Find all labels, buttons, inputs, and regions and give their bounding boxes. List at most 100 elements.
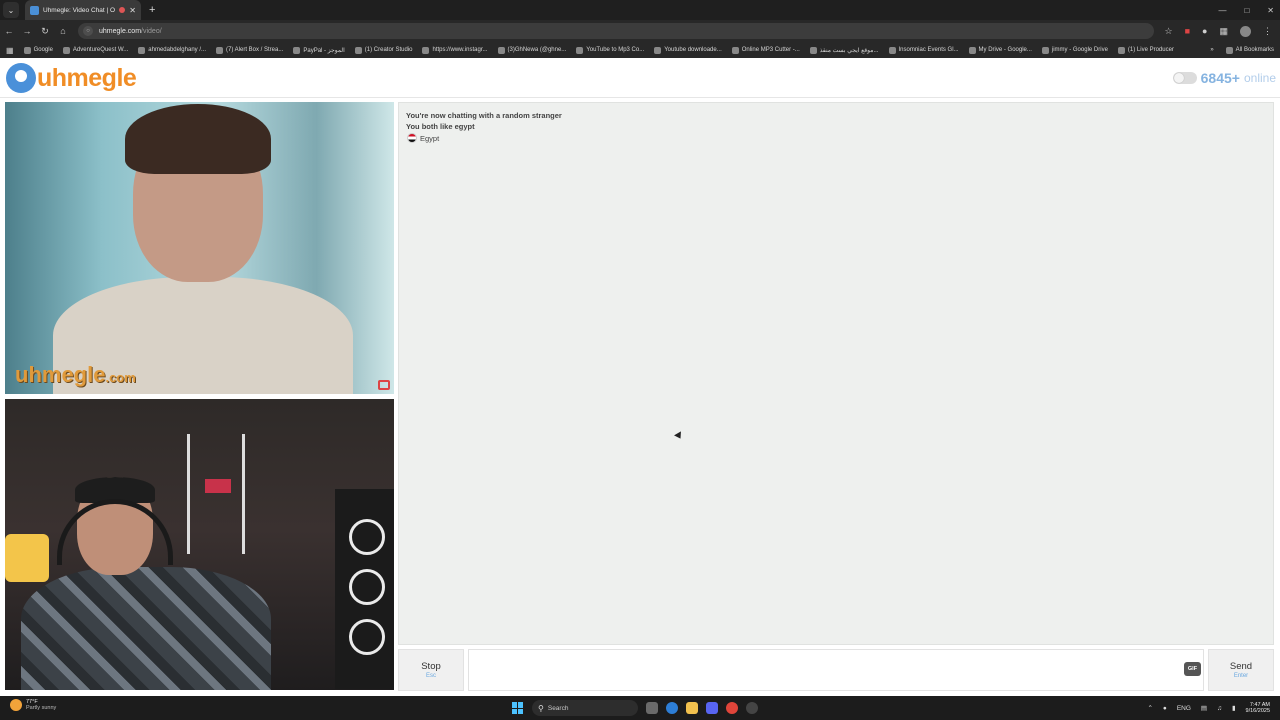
stranger-hair-shape (125, 104, 271, 174)
bookmark-item[interactable]: (1) Creator Studio (354, 46, 412, 54)
taskbar-search[interactable]: ⚲ Search (532, 700, 638, 716)
pc-fan-ring-shape (349, 519, 385, 555)
close-tab-icon[interactable]: ✕ (129, 6, 136, 15)
weather-description: Partly sunny (26, 705, 57, 712)
taskbar-search-label: Search (547, 704, 569, 712)
bookmark-item[interactable]: YouTube to Mp3 Co... (576, 46, 644, 54)
back-icon[interactable]: ← (0, 26, 18, 36)
clock-date: 9/16/2025 (1245, 708, 1270, 714)
page-content: uhmegle 6845+ online uhmegle.com You're … (0, 58, 1280, 696)
windows-start-icon[interactable] (512, 702, 524, 714)
maximize-icon[interactable]: □ (1244, 6, 1249, 15)
extension-icon[interactable]: ● (1202, 26, 1207, 36)
bookmark-favicon-icon (62, 46, 70, 54)
video-watermark: uhmegle.com (15, 362, 136, 387)
self-video (5, 399, 394, 690)
bookmark-favicon-icon (731, 46, 739, 54)
bookmark-item[interactable]: (7) Alert Box / Strea... (216, 46, 283, 54)
weather-widget[interactable]: 77°F Partly sunny (10, 699, 57, 712)
pc-fan-ring-shape (349, 619, 385, 655)
online-label: online (1243, 71, 1276, 85)
recording-indicator-icon (119, 7, 126, 13)
chevron-right-icon[interactable]: » (1210, 47, 1213, 53)
stranger-video: uhmegle.com (5, 102, 394, 394)
shelf-light-shape (205, 479, 231, 493)
message-input[interactable] (468, 649, 1204, 691)
bookmark-favicon-icon (809, 46, 817, 54)
file-explorer-icon[interactable] (686, 702, 698, 714)
system-tray: ⌃ ● ENG ▤ ♫ ▮ 7:47 AM 9/16/2025 (1147, 699, 1270, 717)
report-flag-icon[interactable] (378, 380, 390, 390)
taskbar-apps: ⚲ Search (512, 699, 758, 717)
forward-icon[interactable]: → (18, 26, 36, 36)
bookmark-item[interactable]: (3)GhNewa (@ghne... (497, 46, 566, 54)
bookmark-item[interactable]: AdventureQuest W... (62, 46, 128, 54)
stop-button[interactable]: Stop Esc (398, 649, 464, 691)
close-window-icon[interactable]: ✕ (1267, 6, 1274, 15)
system-clock[interactable]: 7:47 AM 9/16/2025 (1246, 702, 1270, 714)
gif-button[interactable]: GIF (1184, 662, 1201, 676)
edge-browser-icon[interactable] (666, 702, 678, 714)
bookmark-item[interactable]: https://www.instagr... (422, 46, 488, 54)
bookmark-favicon-icon (293, 46, 301, 54)
bookmark-favicon-icon (216, 46, 223, 54)
extension-red-icon[interactable]: ■ (1185, 26, 1190, 36)
bookmark-item[interactable]: ahmedabdelghany /... (138, 46, 206, 54)
bookmark-item[interactable]: jimmy - Google Drive (1041, 46, 1108, 54)
reload-icon[interactable]: ↻ (36, 26, 54, 37)
folder-icon (1225, 46, 1233, 54)
common-interests-message: You both like egypt (406, 122, 475, 131)
stop-button-label: Stop (421, 661, 441, 672)
profile-avatar-icon[interactable] (1240, 25, 1251, 37)
input-language[interactable]: ENG (1177, 705, 1191, 712)
bookmark-item[interactable]: (1) Live Producer (1117, 46, 1174, 54)
country-name: Egypt (420, 133, 440, 143)
send-shortcut-hint: Enter (1233, 673, 1249, 679)
toolbar-actions: ☆ ■ ● ▦ ⋮ (1165, 23, 1272, 39)
bookmark-star-icon[interactable]: ☆ (1165, 26, 1173, 37)
theme-toggle[interactable] (1172, 72, 1197, 84)
url-path: /video/ (141, 27, 162, 35)
partly-sunny-icon (10, 699, 22, 712)
browser-tab-strip: ⌄ Uhmegle: Video Chat | Om ✕ + — □ ✕ (0, 0, 1280, 20)
task-view-icon[interactable] (646, 702, 658, 714)
bookmark-item[interactable]: موقع ايجي بست منقذ... (809, 46, 879, 54)
stop-shortcut-hint: Esc (425, 673, 436, 679)
bookmark-item[interactable]: Google (23, 46, 53, 54)
window-controls: — □ ✕ (1218, 0, 1274, 20)
minimize-icon[interactable]: — (1218, 6, 1226, 15)
bookmark-favicon-icon (138, 46, 146, 54)
bookmark-item[interactable]: Insomniac Events Gl... (888, 46, 959, 54)
volume-icon[interactable]: ♫ (1217, 705, 1222, 712)
chrome-icon[interactable] (726, 702, 738, 714)
all-bookmarks[interactable]: All Bookmarks (1225, 46, 1274, 54)
site-info-icon[interactable]: ○ (83, 26, 93, 36)
shelf-shape (187, 434, 245, 554)
bookmark-item[interactable]: My Drive - Google... (968, 46, 1032, 54)
chat-log: You're now chatting with a random strang… (398, 102, 1274, 645)
browser-tab-active[interactable]: Uhmegle: Video Chat | Om ✕ (25, 0, 141, 20)
address-bar[interactable]: ○ uhmegle.com/video/ (78, 23, 1154, 39)
bookmark-item[interactable]: Online MP3 Cutter -... (731, 46, 800, 54)
bookmark-favicon-icon (1041, 46, 1049, 54)
bookmark-favicon-icon (654, 46, 662, 54)
bookmark-item[interactable]: Youtube downloade... (654, 46, 722, 54)
bookmark-favicon-icon (497, 46, 505, 54)
browser-menu-icon[interactable]: ⋮ (1263, 26, 1272, 37)
tab-search-icon[interactable]: ⌄ (3, 2, 19, 18)
bookmark-favicon-icon (354, 46, 362, 54)
home-icon[interactable]: ⌂ (54, 26, 72, 36)
extension-puzzle-icon[interactable]: ▦ (1219, 26, 1228, 37)
network-icon[interactable]: ▤ (1201, 704, 1207, 712)
microphone-icon[interactable]: ● (1163, 705, 1167, 712)
search-icon: ⚲ (538, 703, 544, 713)
site-logo[interactable]: uhmegle (6, 63, 137, 93)
new-tab-icon[interactable]: + (149, 4, 155, 16)
battery-icon[interactable]: ▮ (1232, 704, 1236, 712)
obs-icon[interactable] (746, 702, 758, 714)
send-button[interactable]: Send Enter (1208, 649, 1274, 691)
bookmark-item[interactable]: PayPal - الموجز (293, 46, 345, 54)
apps-grid-icon[interactable]: ▦ (6, 46, 14, 55)
chevron-up-icon[interactable]: ⌃ (1147, 704, 1152, 712)
discord-icon[interactable] (706, 702, 718, 714)
